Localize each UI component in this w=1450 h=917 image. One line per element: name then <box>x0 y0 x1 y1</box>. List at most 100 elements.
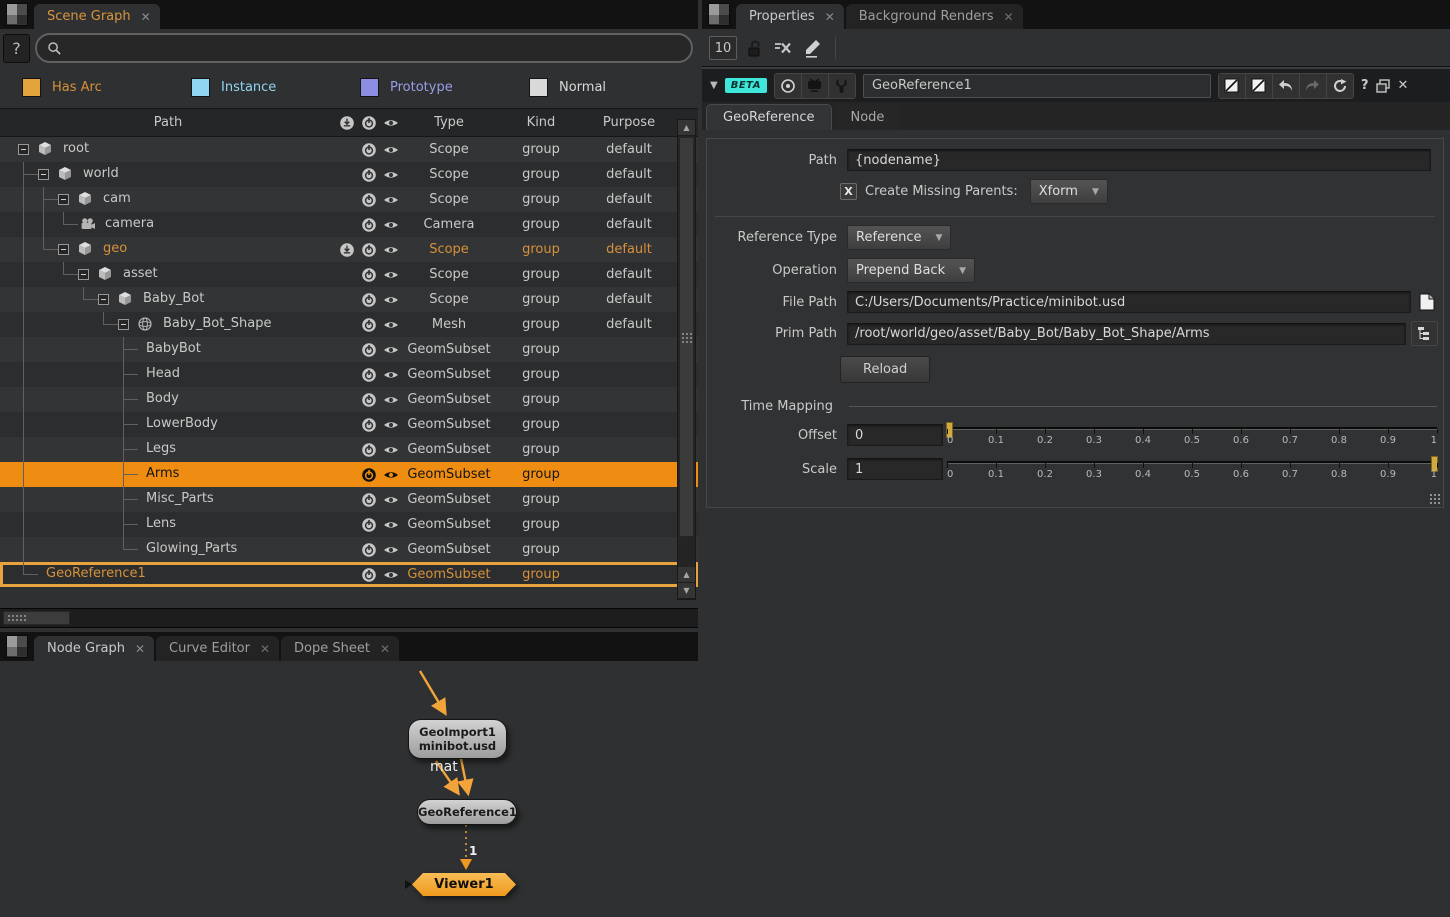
power-icon[interactable] <box>358 337 380 362</box>
eye-icon[interactable] <box>380 237 402 262</box>
power-icon[interactable] <box>358 162 380 187</box>
tab-background-renders[interactable]: Background Renders ✕ <box>846 4 1023 29</box>
offset-field[interactable]: 0 <box>847 424 943 446</box>
table-row[interactable]: Body GeomSubset group <box>0 387 698 412</box>
power-icon[interactable] <box>358 237 380 262</box>
file-browser-icon[interactable] <box>1416 291 1438 313</box>
table-row[interactable]: Lens GeomSubset group <box>0 512 698 537</box>
reload-button[interactable]: Reload <box>840 356 930 383</box>
record-icon[interactable] <box>775 74 802 98</box>
power-icon[interactable] <box>358 412 380 437</box>
table-row[interactable]: Head GeomSubset group <box>0 362 698 387</box>
tab-dope-sheet[interactable]: Dope Sheet ✕ <box>281 636 399 661</box>
scenegraph-browser-icon[interactable] <box>1411 321 1438 346</box>
close-icon[interactable]: ✕ <box>141 11 151 23</box>
help-button[interactable]: ? <box>3 34 30 63</box>
power-icon[interactable] <box>358 187 380 212</box>
table-row[interactable]: BabyBot GeomSubset group <box>0 337 698 362</box>
table-row[interactable]: camera Camera group default <box>0 212 698 237</box>
column-header-kind[interactable]: Kind <box>496 115 586 130</box>
eye-icon[interactable] <box>380 512 402 537</box>
table-row[interactable]: GeoReference1 GeomSubset group <box>0 562 698 587</box>
tab-georeference[interactable]: GeoReference <box>706 104 832 130</box>
table-row[interactable]: Baby_Bot Scope group default <box>0 287 698 312</box>
reference-type-dropdown[interactable]: Reference ▼ <box>847 225 951 250</box>
node-viewer1[interactable]: Viewer1 <box>412 873 516 896</box>
power-icon[interactable] <box>358 562 380 587</box>
table-row[interactable]: Baby_Bot_Shape Mesh group default <box>0 312 698 337</box>
help-icon[interactable]: ? <box>1361 78 1369 93</box>
column-header-purpose[interactable]: Purpose <box>586 115 672 130</box>
scale-field[interactable]: 1 <box>847 458 943 480</box>
table-row[interactable]: Misc_Parts GeomSubset group <box>0 487 698 512</box>
table-row[interactable]: world Scope group default <box>0 162 698 187</box>
edit-pencil-icon[interactable] <box>802 38 822 59</box>
eye-icon[interactable] <box>380 537 402 562</box>
eye-icon[interactable] <box>380 115 402 131</box>
offset-slider[interactable]: 00.10.20.30.40.50.60.70.80.91 <box>947 422 1437 448</box>
power-icon[interactable] <box>358 387 380 412</box>
undo-icon[interactable] <box>1273 74 1300 98</box>
scrollbar-thumb[interactable] <box>679 137 694 537</box>
eye-icon[interactable] <box>380 212 402 237</box>
scale-slider[interactable]: 00.10.20.30.40.50.60.70.80.91 <box>947 456 1437 482</box>
operation-dropdown[interactable]: Prepend Back ▼ <box>847 258 975 283</box>
file-path-field[interactable]: C:/Users/Documents/Practice/minibot.usd <box>847 291 1411 313</box>
node-name-field[interactable]: GeoReference1 <box>863 74 1211 98</box>
eye-icon[interactable] <box>380 462 402 487</box>
node-geoimport1[interactable]: GeoImport1 minibot.usd <box>408 719 507 759</box>
power-icon[interactable] <box>358 262 380 287</box>
tab-scene-graph[interactable]: Scene Graph ✕ <box>34 4 160 29</box>
tab-node-graph[interactable]: Node Graph ✕ <box>34 636 154 661</box>
eye-icon[interactable] <box>380 137 402 162</box>
power-icon[interactable] <box>358 137 380 162</box>
close-icon[interactable]: ✕ <box>260 643 270 655</box>
table-row[interactable]: cam Scope group default <box>0 187 698 212</box>
parameter-flag-icon[interactable] <box>1219 74 1246 98</box>
eye-icon[interactable] <box>380 262 402 287</box>
node-georeference1[interactable]: GeoReference1 <box>417 799 517 825</box>
scroll-up-button[interactable]: ▲ <box>678 567 695 583</box>
scroll-up-button[interactable]: ▲ <box>678 120 695 136</box>
resize-grip[interactable] <box>1429 493 1441 505</box>
table-row[interactable]: LowerBody GeomSubset group <box>0 412 698 437</box>
power-icon[interactable] <box>358 537 380 562</box>
load-icon[interactable] <box>336 115 358 131</box>
power-icon[interactable] <box>358 487 380 512</box>
panel-menu-icon[interactable] <box>6 635 28 658</box>
close-icon[interactable]: ✕ <box>825 11 835 23</box>
eye-icon[interactable] <box>380 162 402 187</box>
table-row[interactable]: Glowing_Parts GeomSubset group <box>0 537 698 562</box>
power-icon[interactable] <box>358 512 380 537</box>
table-row[interactable]: Legs GeomSubset group <box>0 437 698 462</box>
prim-path-field[interactable]: /root/world/geo/asset/Baby_Bot/Baby_Bot_… <box>847 323 1406 345</box>
panel-menu-icon[interactable] <box>708 3 730 26</box>
monitor-icon[interactable] <box>802 74 829 98</box>
close-icon[interactable]: ✕ <box>1398 78 1409 93</box>
eye-icon[interactable] <box>380 362 402 387</box>
table-row[interactable]: geo Scope group default <box>0 237 698 262</box>
tab-properties[interactable]: Properties ✕ <box>736 4 844 29</box>
collapse-triangle-icon[interactable]: ▼ <box>710 80 718 91</box>
eye-icon[interactable] <box>380 437 402 462</box>
column-header-path[interactable]: Path <box>0 115 336 130</box>
power-icon[interactable] <box>358 212 380 237</box>
horizontal-scrollbar[interactable] <box>0 608 698 628</box>
eye-icon[interactable] <box>380 387 402 412</box>
scrollbar-thumb[interactable] <box>3 611 70 625</box>
clear-expression-icon[interactable] <box>773 39 793 57</box>
eye-icon[interactable] <box>380 187 402 212</box>
xform-dropdown[interactable]: Xform ▼ <box>1030 179 1108 204</box>
table-row[interactable]: root Scope group default <box>0 137 698 162</box>
frame-field[interactable]: 10 <box>709 36 737 60</box>
tab-curve-editor[interactable]: Curve Editor ✕ <box>156 636 279 661</box>
panel-menu-icon[interactable] <box>6 3 28 26</box>
power-icon[interactable] <box>358 362 380 387</box>
eye-icon[interactable] <box>380 312 402 337</box>
table-header[interactable]: Path Type Kind Purpose <box>0 108 698 137</box>
power-icon[interactable] <box>358 115 380 131</box>
detach-window-icon[interactable] <box>1376 79 1391 93</box>
eye-icon[interactable] <box>380 562 402 587</box>
eye-icon[interactable] <box>380 412 402 437</box>
power-icon[interactable] <box>358 312 380 337</box>
